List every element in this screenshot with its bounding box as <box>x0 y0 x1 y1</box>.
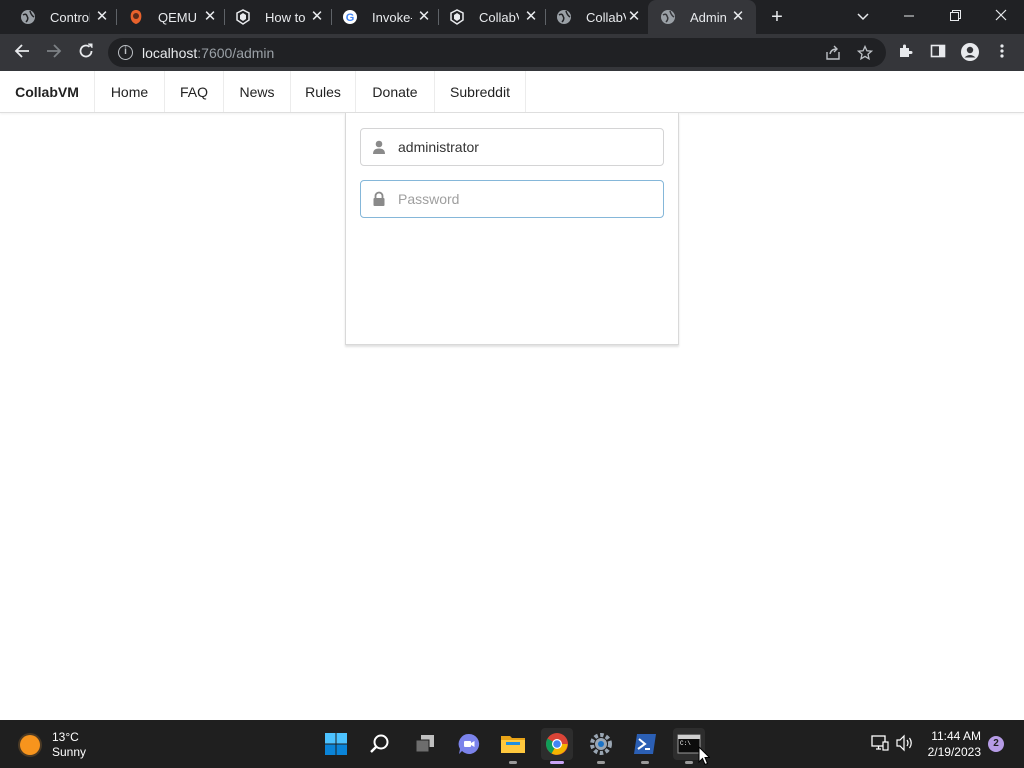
volume-icon[interactable] <box>895 734 915 754</box>
chrome-icon <box>546 733 568 755</box>
collabvm-icon <box>236 9 250 25</box>
minimize-button[interactable] <box>898 6 920 28</box>
tab-search-chevron-icon[interactable] <box>852 6 874 28</box>
nav-item-subreddit[interactable]: Subreddit <box>435 71 526 112</box>
notification-badge[interactable]: 2 <box>988 736 1004 752</box>
nav-brand-link[interactable]: CollabVM <box>0 71 95 112</box>
nav-item-home[interactable]: Home <box>95 71 165 112</box>
site-navbar: CollabVM Home FAQ News Rules Donate Subr… <box>0 71 1024 113</box>
file-explorer-button[interactable] <box>497 728 529 764</box>
back-button[interactable] <box>11 42 33 64</box>
folder-icon <box>501 736 525 753</box>
globe-icon <box>21 10 35 24</box>
system-clock[interactable]: 11:44 AM 2/19/2023 <box>928 728 981 760</box>
browser-tab[interactable]: CollabV ✕ <box>429 0 546 34</box>
weather-description: Sunny <box>52 745 87 759</box>
windows-logo-icon <box>325 733 347 755</box>
nav-item-news[interactable]: News <box>224 71 291 112</box>
extensions-icon[interactable] <box>895 42 917 64</box>
restore-button[interactable] <box>944 6 966 28</box>
svg-text:G: G <box>346 12 355 24</box>
windows-taskbar: 13°C Sunny C:\ 11:44 AM 2/19/2023 2 <box>0 720 1024 768</box>
powershell-button[interactable] <box>629 728 661 764</box>
tab-title: How to <box>265 9 305 25</box>
tab-title: Control <box>50 9 90 25</box>
network-icon[interactable] <box>870 734 890 754</box>
side-panel-icon[interactable] <box>927 42 949 64</box>
mouse-cursor-icon <box>698 746 710 766</box>
admin-login-panel <box>345 113 679 345</box>
tab-title: CollabV <box>586 9 626 25</box>
close-tab-icon[interactable]: ✕ <box>626 9 642 25</box>
password-field[interactable] <box>360 180 664 218</box>
running-indicator <box>641 761 649 764</box>
sun-icon <box>20 735 40 755</box>
qemu-icon <box>130 10 142 24</box>
reload-button[interactable] <box>75 42 97 64</box>
bookmark-star-icon[interactable] <box>856 44 874 61</box>
gear-icon <box>590 733 612 755</box>
user-icon <box>373 140 385 154</box>
close-tab-icon[interactable]: ✕ <box>730 9 746 25</box>
settings-button[interactable] <box>585 728 617 764</box>
svg-text:C:\: C:\ <box>680 740 691 747</box>
share-icon[interactable] <box>825 45 841 61</box>
browser-tab-strip: Control ✕ QEMU f ✕ How to ✕ G Invoke- ✕ … <box>0 0 1024 34</box>
chat-icon <box>458 733 480 754</box>
nav-item-rules[interactable]: Rules <box>291 71 356 112</box>
browser-tab[interactable]: G Invoke- ✕ <box>322 0 439 34</box>
username-input[interactable] <box>398 130 658 164</box>
weather-temperature: 13°C <box>52 730 79 744</box>
tab-title: Invoke- <box>372 9 412 25</box>
start-button[interactable] <box>320 728 352 760</box>
tab-title: CollabV <box>479 9 519 25</box>
profile-avatar-icon[interactable] <box>959 42 981 64</box>
powershell-icon <box>634 734 656 754</box>
forward-button[interactable] <box>43 42 65 64</box>
task-view-icon <box>415 735 434 753</box>
tab-title: QEMU f <box>158 9 198 25</box>
google-icon: G <box>343 10 357 24</box>
browser-toolbar: i localhost:7600/admin <box>0 34 1024 71</box>
clock-time: 11:44 AM <box>931 729 981 743</box>
globe-icon <box>661 10 675 24</box>
globe-icon <box>557 10 571 24</box>
new-tab-button[interactable]: + <box>766 6 788 28</box>
running-indicator <box>597 761 605 764</box>
weather-widget[interactable]: 13°C Sunny <box>20 730 86 760</box>
browser-tab[interactable]: QEMU f ✕ <box>108 0 225 34</box>
nav-item-faq[interactable]: FAQ <box>165 71 224 112</box>
browser-tab[interactable]: Control ✕ <box>0 0 117 34</box>
collabvm-icon <box>450 9 464 25</box>
url-text: localhost:7600/admin <box>142 45 274 61</box>
clock-date: 2/19/2023 <box>927 745 981 759</box>
active-indicator <box>550 761 564 764</box>
browser-tab-active[interactable]: Admin ✕ <box>648 0 756 34</box>
browser-menu-icon[interactable] <box>991 42 1013 64</box>
lock-icon <box>373 191 385 206</box>
tab-title: Admin <box>690 9 727 25</box>
close-window-button[interactable] <box>990 6 1012 28</box>
search-icon <box>370 734 389 753</box>
browser-tab[interactable]: CollabV ✕ <box>536 0 648 34</box>
password-input[interactable] <box>398 182 658 216</box>
address-bar[interactable]: i localhost:7600/admin <box>108 38 886 67</box>
url-host: localhost <box>142 45 198 61</box>
task-view-button[interactable] <box>409 728 441 760</box>
site-info-icon[interactable]: i <box>118 45 133 60</box>
url-path: :7600/admin <box>197 45 275 61</box>
search-button[interactable] <box>364 728 396 760</box>
chrome-button[interactable] <box>541 728 573 764</box>
username-field[interactable] <box>360 128 664 166</box>
nav-item-donate[interactable]: Donate <box>356 71 435 112</box>
teams-chat-button[interactable] <box>453 728 485 760</box>
browser-tab[interactable]: How to ✕ <box>215 0 332 34</box>
running-indicator <box>509 761 517 764</box>
running-indicator <box>685 761 693 764</box>
